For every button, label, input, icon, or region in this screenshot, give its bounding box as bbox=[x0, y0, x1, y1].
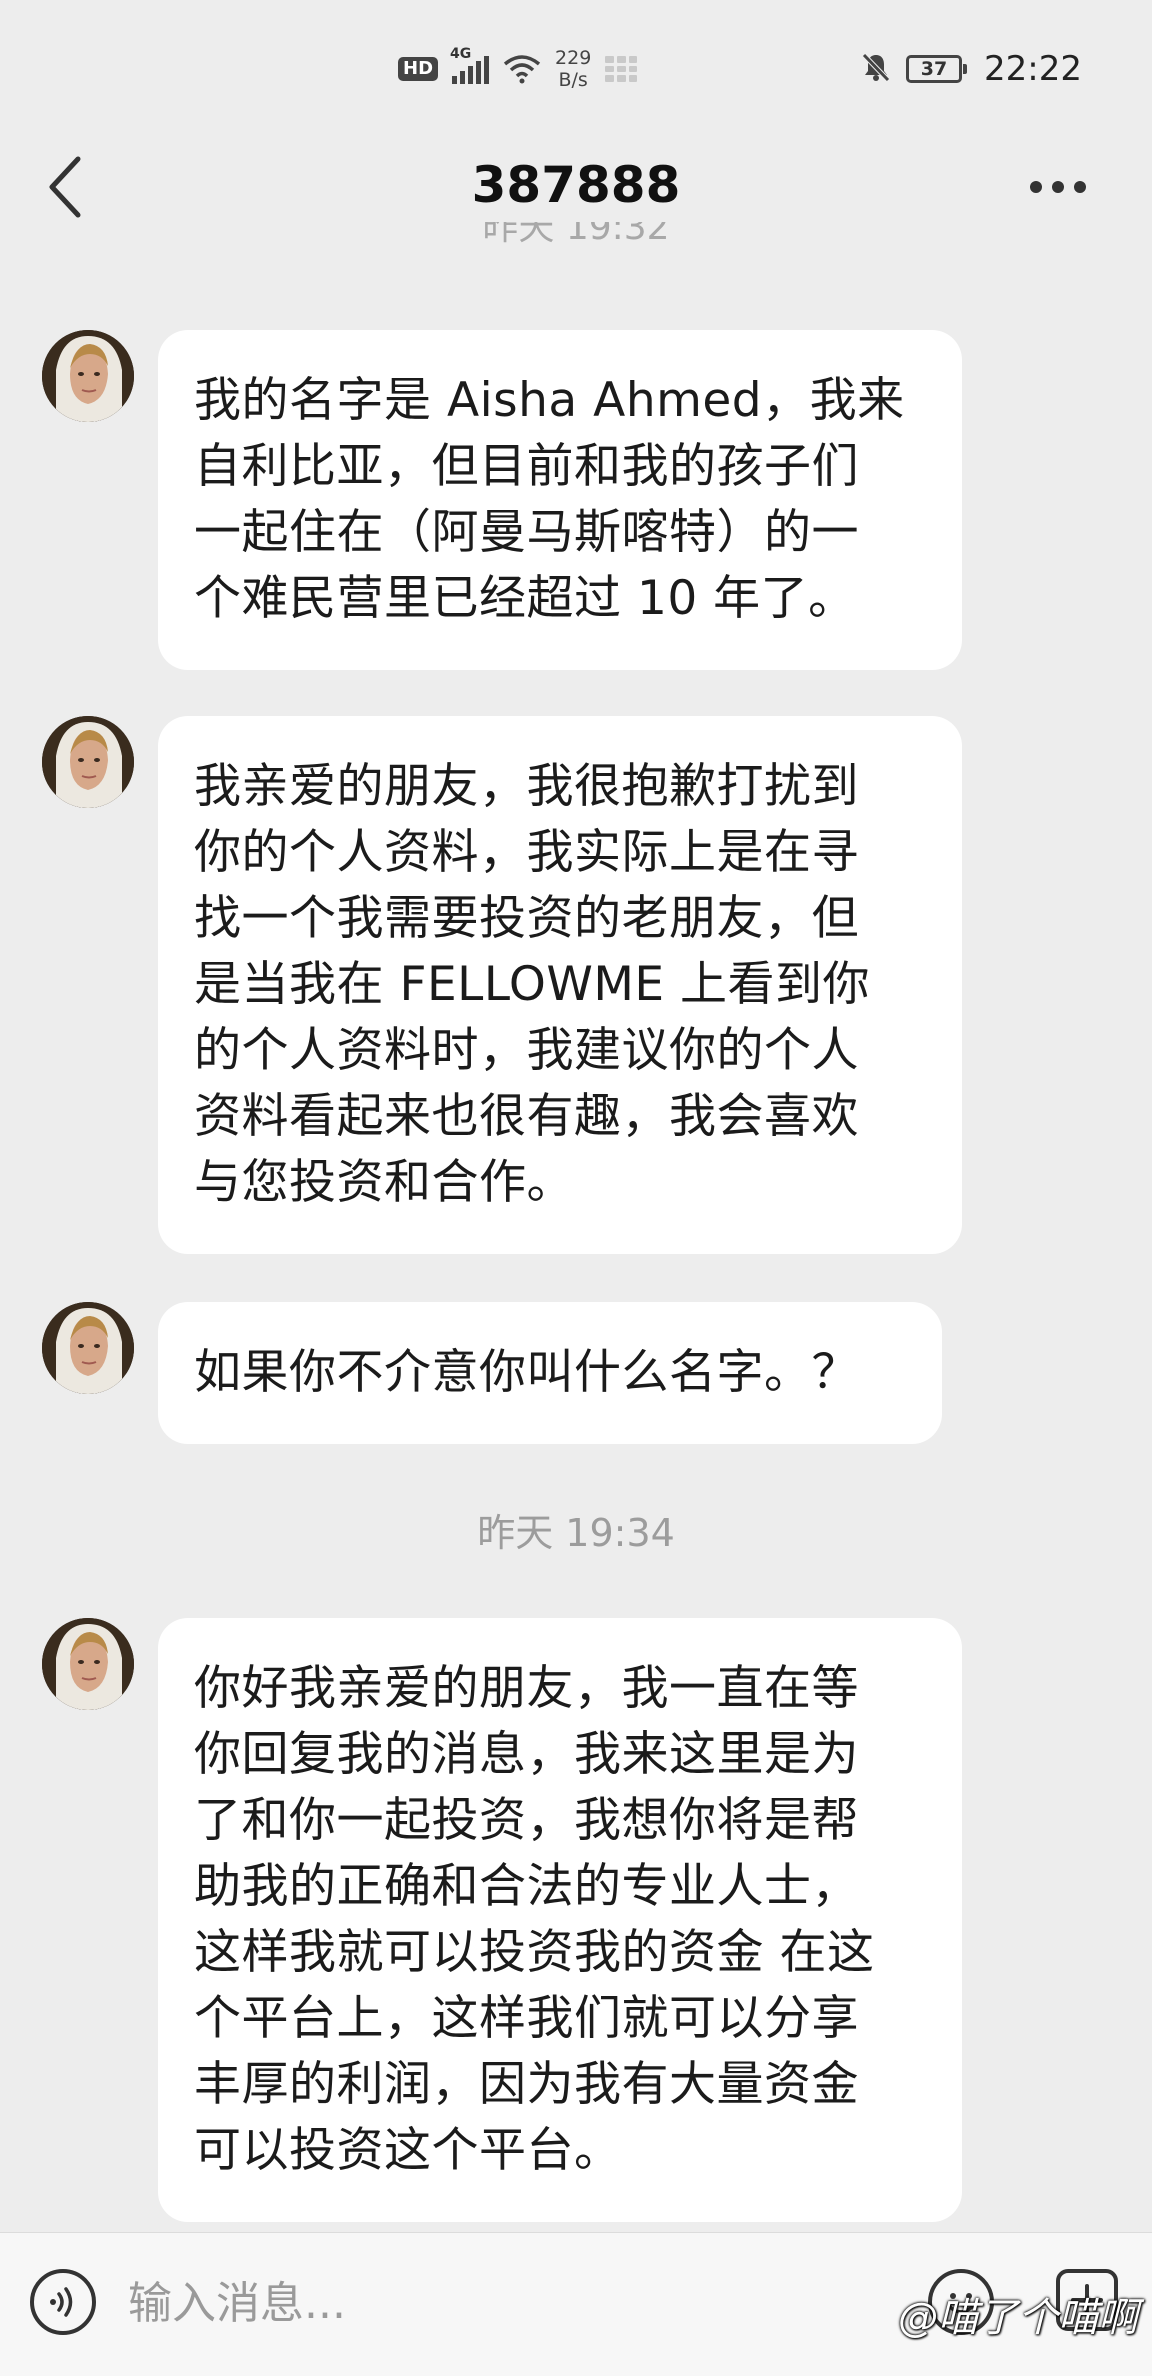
status-time: 22:22 bbox=[984, 49, 1082, 89]
message-line: 的个人资料时，我建议你的个人 bbox=[194, 1023, 859, 1078]
message-line: 是当我在 FELLOWME 上看到你 bbox=[194, 957, 871, 1012]
status-bar: HD 4G 229 B/s 37 22:22 bbox=[0, 0, 1152, 130]
status-bar-left: HD 4G 229 B/s bbox=[398, 44, 638, 94]
message-line: 你好我亲爱的朋友，我一直在等 bbox=[194, 1661, 859, 1716]
message-line: 个平台上，这样我们就可以分享 bbox=[194, 1991, 859, 2046]
hd-icon: HD bbox=[398, 57, 439, 81]
message-line: 可以投资这个平台。 bbox=[194, 2123, 622, 2178]
message-line: 自利比亚，但目前和我的孩子们 bbox=[194, 439, 859, 494]
message-bubble[interactable]: 我的名字是 Aisha Ahmed，我来 自利比亚，但目前和我的孩子们 一起住在… bbox=[158, 330, 962, 670]
message-line: 了和你一起投资，我想你将是帮 bbox=[194, 1793, 859, 1848]
network-speed-unit: B/s bbox=[558, 69, 588, 91]
network-speed: 229 B/s bbox=[555, 47, 591, 91]
partial-timestamp: 昨天 19:32 bbox=[460, 222, 692, 252]
avatar[interactable] bbox=[42, 1302, 134, 1394]
chat-header: 387888 bbox=[0, 140, 1152, 230]
watermark: @喵了个喵啊 bbox=[898, 2295, 1138, 2341]
app-grid-icon bbox=[605, 56, 638, 82]
chat-title: 387888 bbox=[471, 156, 681, 214]
message-line: 你回复我的消息，我来这里是为 bbox=[194, 1727, 859, 1782]
chevron-left-icon bbox=[49, 156, 81, 218]
message-bubble[interactable]: 你好我亲爱的朋友，我一直在等 你回复我的消息，我来这里是为 了和你一起投资，我想… bbox=[158, 1618, 962, 2222]
message-line: 丰厚的利润，因为我有大量资金 bbox=[194, 2057, 859, 2112]
wifi-icon bbox=[503, 54, 541, 84]
message-line: 如果你不介意你叫什么名字。？ bbox=[194, 1345, 859, 1400]
more-options-button[interactable] bbox=[1018, 162, 1098, 212]
message-line: 我亲爱的朋友，我很抱歉打扰到 bbox=[194, 759, 859, 814]
voice-icon bbox=[50, 2287, 73, 2317]
more-dots-icon bbox=[1030, 181, 1042, 193]
message-input[interactable] bbox=[128, 2263, 828, 2343]
message-line: 你的个人资料，我实际上是在寻 bbox=[194, 825, 859, 880]
input-bar: @喵了个喵啊 bbox=[0, 2232, 1152, 2376]
message-line: 我的名字是 Aisha Ahmed，我来 bbox=[194, 373, 905, 428]
partial-timestamp-text: 昨天 19:32 bbox=[482, 222, 670, 248]
back-button[interactable] bbox=[36, 152, 96, 222]
message-line: 个难民营里已经超过 10 年了。 bbox=[194, 571, 856, 626]
message-bubble[interactable]: 如果你不介意你叫什么名字。？ bbox=[158, 1302, 942, 1444]
message-line: 助我的正确和合法的专业人士， bbox=[194, 1859, 859, 1914]
message-bubble[interactable]: 我亲爱的朋友，我很抱歉打扰到 你的个人资料，我实际上是在寻 找一个我需要投资的老… bbox=[158, 716, 962, 1254]
message-line: 找一个我需要投资的老朋友，但 bbox=[194, 891, 859, 946]
avatar[interactable] bbox=[42, 330, 134, 422]
message-line: 与您投资和合作。 bbox=[194, 1155, 574, 1210]
voice-button[interactable] bbox=[30, 2269, 96, 2335]
battery-icon: 37 bbox=[906, 55, 968, 83]
message-line: 这样我就可以投资我的资金 在这 bbox=[194, 1925, 875, 1980]
avatar[interactable] bbox=[42, 716, 134, 808]
time-separator: 昨天 19:34 bbox=[477, 1511, 675, 1555]
mute-bell-icon bbox=[860, 51, 892, 87]
network-speed-value: 229 bbox=[555, 47, 592, 69]
status-bar-right: 37 22:22 bbox=[860, 44, 1082, 94]
message-line: 资料看起来也很有趣，我会喜欢 bbox=[194, 1089, 859, 1144]
avatar[interactable] bbox=[42, 1618, 134, 1710]
cellular-signal-icon: 4G bbox=[450, 46, 490, 84]
network-type-label: 4G bbox=[450, 46, 472, 62]
message-line: 一起住在（阿曼马斯喀特）的一 bbox=[194, 505, 859, 560]
